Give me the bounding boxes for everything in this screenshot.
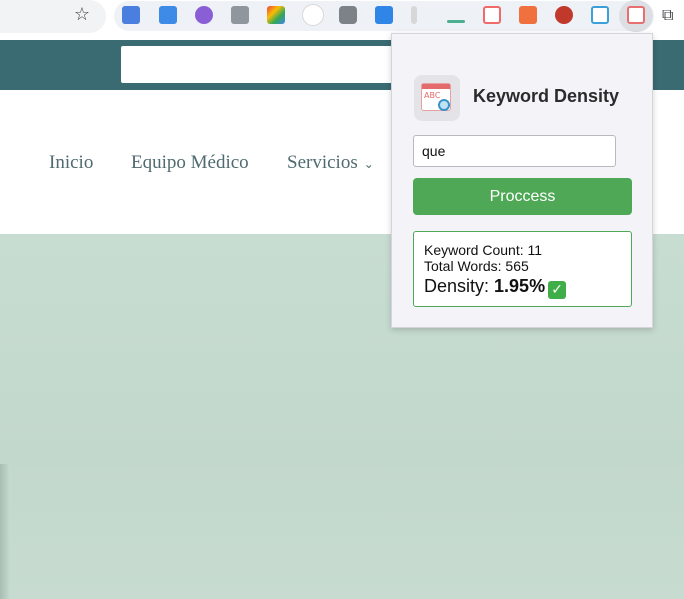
density-text: Density: 1.95% ✓ [424,276,567,299]
window-capture-icon[interactable] [591,6,609,24]
google-translate-icon[interactable] [122,6,140,24]
total-words-text: Total Words: 565 [424,258,529,274]
keyword-density-logo: ABC [414,75,460,121]
density-label: Density: [424,276,495,296]
check-icon: ✓ [548,281,567,299]
keyword-count-text: Keyword Count: 11 [424,242,543,258]
ruler-icon[interactable] [411,6,417,24]
browser-toolbar: ☆ ⧉ [0,0,684,33]
download-icon[interactable] [159,6,177,24]
process-button[interactable]: Proccess [413,178,632,215]
keyword-density-popup: ABC Keyword Density Proccess Keyword Cou… [391,33,653,328]
star-icon[interactable]: ☆ [72,5,92,25]
screen-reader-icon[interactable] [375,6,393,24]
nav-item-inicio[interactable]: Inicio [49,152,93,174]
keyword-density-icon[interactable] [627,6,645,24]
screenshot-icon[interactable] [483,6,501,24]
shield-icon[interactable] [555,6,573,24]
grammarly-icon[interactable] [519,6,537,24]
nav-item-servicios-label: Servicios [287,152,358,173]
dropdown-icon[interactable] [302,4,324,26]
popup-title: Keyword Density [473,86,620,106]
density-value: 1.95% [494,276,546,296]
google-maps-icon[interactable] [267,6,285,24]
camera-icon[interactable] [339,6,357,24]
puzzle-icon[interactable]: ⧉ [662,5,682,25]
code-icon[interactable] [231,6,249,24]
nav-item-equipo-medico[interactable]: Equipo Médico [131,152,249,174]
gear-icon[interactable] [195,6,213,24]
header-search-field[interactable] [121,46,411,83]
keyword-input[interactable] [413,135,616,167]
hero-image-edge [0,464,10,599]
line-icon[interactable] [447,20,465,23]
nav-item-servicios[interactable]: Servicios ⌄ [287,152,374,174]
chevron-down-icon: ⌄ [363,157,374,171]
results-panel: Keyword Count: 11 Total Words: 565 Densi… [413,231,632,307]
magnifier-icon [438,99,450,111]
